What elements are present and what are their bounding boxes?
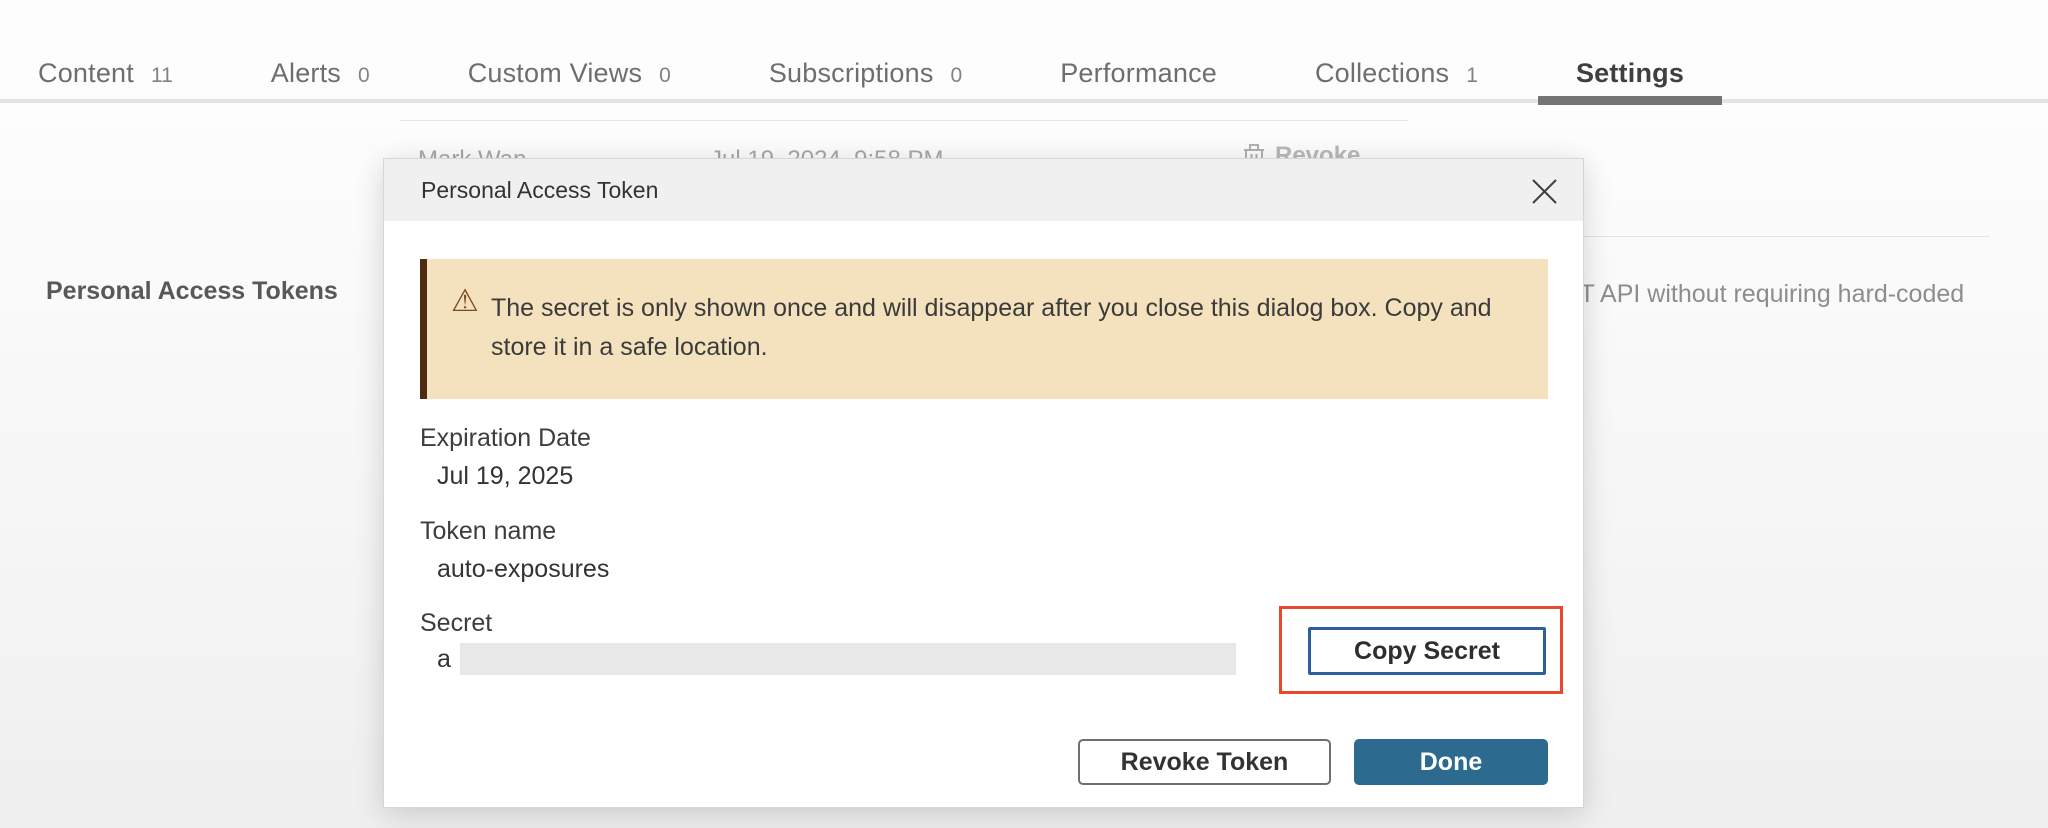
dialog-header: Personal Access Token: [384, 159, 1583, 221]
close-button[interactable]: [1527, 174, 1561, 208]
expiration-date-label: Expiration Date: [420, 424, 591, 453]
secret-label: Secret: [420, 609, 492, 638]
tab-alerts[interactable]: Alerts 0: [233, 58, 408, 99]
tab-content[interactable]: Content 11: [0, 58, 211, 99]
revoke-token-button[interactable]: Revoke Token: [1078, 739, 1331, 785]
tab-label: Collections: [1315, 58, 1449, 89]
tab-label: Content: [38, 58, 134, 89]
secret-redacted-bar: [460, 643, 1236, 675]
dialog-title: Personal Access Token: [421, 159, 658, 221]
warning-banner: ⚠ The secret is only shown once and will…: [420, 259, 1548, 399]
page: Mark Wan Jul 19, 2024, 9:58 PM Revoke Pe…: [0, 0, 2048, 828]
personal-access-tokens-label: Personal Access Tokens: [46, 277, 338, 306]
close-icon: [1531, 178, 1558, 205]
tab-subscriptions[interactable]: Subscriptions 0: [731, 58, 1000, 99]
secret-visible-char: a: [437, 643, 451, 675]
table-row-divider: [400, 120, 1408, 121]
tab-collections[interactable]: Collections 1: [1277, 58, 1516, 99]
tab-count: 0: [358, 64, 370, 88]
tab-custom-views[interactable]: Custom Views 0: [430, 58, 709, 99]
tab-label: Settings: [1576, 58, 1684, 89]
warning-text: The secret is only shown once and will d…: [491, 289, 1496, 367]
tab-count: 11: [151, 64, 173, 88]
tab-count: 0: [951, 64, 963, 88]
copy-secret-button[interactable]: Copy Secret: [1308, 627, 1546, 675]
tab-bar: Content 11 Alerts 0 Custom Views 0 Subsc…: [0, 0, 2048, 103]
personal-access-token-dialog: Personal Access Token ⚠ The secret is on…: [383, 158, 1584, 808]
tab-label: Performance: [1060, 58, 1217, 89]
tab-label: Custom Views: [468, 58, 642, 89]
tab-settings[interactable]: Settings: [1538, 58, 1722, 99]
tab-count: 0: [659, 64, 671, 88]
expiration-date-value: Jul 19, 2025: [437, 462, 573, 491]
token-name-label: Token name: [420, 517, 556, 546]
pat-description-text: ST API without requiring hard-coded: [1563, 280, 1964, 309]
tab-label: Alerts: [271, 58, 341, 89]
warning-triangle-icon: ⚠: [451, 283, 479, 319]
tab-label: Subscriptions: [769, 58, 934, 89]
tab-performance[interactable]: Performance: [1022, 58, 1255, 99]
token-name-value: auto-exposures: [437, 555, 609, 584]
tab-count: 1: [1466, 64, 1478, 88]
secret-value-row: a: [437, 643, 1236, 675]
done-button[interactable]: Done: [1354, 739, 1548, 785]
